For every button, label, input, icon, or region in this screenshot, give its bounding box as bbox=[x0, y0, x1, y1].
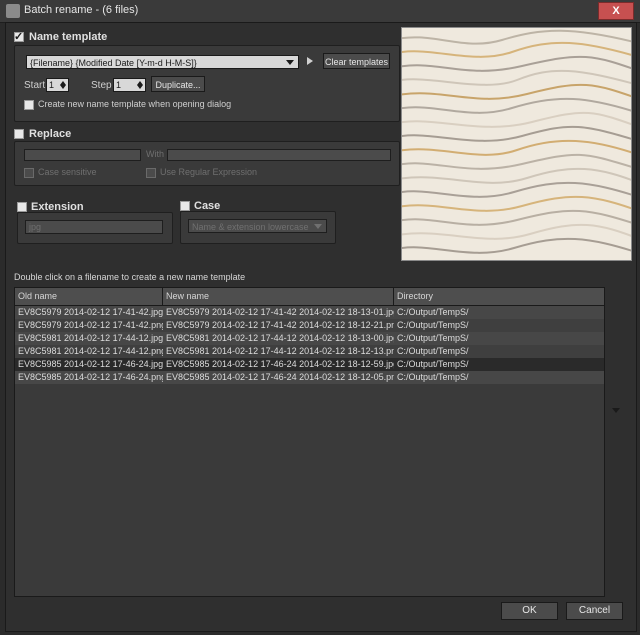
start-value: 1 bbox=[49, 80, 55, 90]
window-title: Batch rename - (6 files) bbox=[24, 4, 139, 16]
table-row[interactable]: EV8C5979 2014-02-12 17-41-42.png EV8C597… bbox=[15, 319, 604, 332]
new-name-cell: EV8C5985 2014-02-12 17-46-24 2014-02-12 … bbox=[166, 372, 394, 382]
start-label: Start bbox=[24, 80, 46, 91]
app-icon bbox=[6, 4, 20, 18]
step-value: 1 bbox=[116, 80, 122, 90]
stepper-down-icon bbox=[137, 85, 143, 89]
directory-cell: C:/Output/TempS/ bbox=[397, 346, 469, 356]
old-name-cell: EV8C5979 2014-02-12 17-41-42.png bbox=[18, 320, 163, 330]
step-stepper[interactable]: 1 bbox=[113, 78, 146, 92]
old-name-cell: EV8C5979 2014-02-12 17-41-42.jpg bbox=[18, 307, 163, 317]
new-name-cell: EV8C5979 2014-02-12 17-41-42 2014-02-12 … bbox=[166, 320, 394, 330]
directory-cell: C:/Output/TempS/ bbox=[397, 320, 469, 330]
preview-texture bbox=[402, 28, 631, 260]
new-name-cell: EV8C5981 2014-02-12 17-44-12 2014-02-12 … bbox=[166, 346, 394, 356]
ok-button[interactable]: OK bbox=[501, 602, 558, 620]
old-name-cell: EV8C5981 2014-02-12 17-44-12.png bbox=[18, 346, 163, 356]
directory-cell: C:/Output/TempS/ bbox=[397, 333, 469, 343]
new-name-cell: EV8C5981 2014-02-12 17-44-12 2014-02-12 … bbox=[166, 333, 394, 343]
old-name-cell: EV8C5985 2014-02-12 17-46-24.png bbox=[18, 372, 163, 382]
create-new-template-checkbox[interactable] bbox=[24, 100, 34, 110]
case-combo[interactable]: Name & extension lowercase bbox=[188, 219, 327, 233]
step-label: Step bbox=[91, 80, 112, 91]
extension-field[interactable]: jpg bbox=[25, 220, 163, 234]
table-row[interactable]: EV8C5985 2014-02-12 17-46-24.jpg EV8C598… bbox=[15, 358, 604, 371]
extension-checkbox[interactable] bbox=[17, 202, 27, 212]
hint-text: Double click on a filename to create a n… bbox=[14, 272, 246, 282]
column-header-directory[interactable]: Directory bbox=[394, 288, 604, 305]
table-row[interactable]: EV8C5981 2014-02-12 17-44-12.png EV8C598… bbox=[15, 345, 604, 358]
template-combo-value: {Filename} {Modified Date [Y-m-d H-M-S]} bbox=[30, 58, 197, 68]
preview-image bbox=[401, 27, 632, 261]
old-name-cell: EV8C5981 2014-02-12 17-44-12.jpg bbox=[18, 333, 163, 343]
new-name-cell: EV8C5985 2014-02-12 17-46-24 2014-02-12 … bbox=[166, 359, 394, 369]
directory-cell: C:/Output/TempS/ bbox=[397, 372, 469, 382]
directory-cell: C:/Output/TempS/ bbox=[397, 307, 469, 317]
replace-with-field[interactable] bbox=[167, 149, 391, 161]
regex-checkbox[interactable] bbox=[146, 168, 156, 178]
old-name-cell: EV8C5985 2014-02-12 17-46-24.jpg bbox=[18, 359, 163, 369]
replace-checkbox[interactable] bbox=[14, 129, 24, 139]
new-name-cell: EV8C5979 2014-02-12 17-41-42 2014-02-12 … bbox=[166, 307, 394, 317]
chevron-down-icon bbox=[286, 60, 294, 65]
replace-label: Replace bbox=[29, 128, 72, 140]
case-checkbox[interactable] bbox=[180, 201, 190, 211]
case-sensitive-label: Case sensitive bbox=[38, 167, 97, 177]
table-row[interactable]: EV8C5985 2014-02-12 17-46-24.png EV8C598… bbox=[15, 371, 604, 384]
column-header-new-name[interactable]: New name bbox=[163, 288, 394, 305]
table-header: Old name New name Directory bbox=[15, 288, 604, 306]
replace-group bbox=[14, 141, 400, 186]
replace-find-field[interactable] bbox=[24, 149, 141, 161]
duplicate-button[interactable]: Duplicate... bbox=[151, 76, 205, 92]
stepper-down-icon bbox=[60, 85, 66, 89]
column-header-old-name[interactable]: Old name bbox=[15, 288, 163, 305]
file-table[interactable]: Old name New name Directory EV8C5979 201… bbox=[14, 287, 605, 597]
title-bar: Batch rename - (6 files) X bbox=[0, 0, 640, 23]
name-template-label: Name template bbox=[29, 31, 108, 43]
case-sensitive-checkbox[interactable] bbox=[24, 168, 34, 178]
table-row[interactable]: EV8C5979 2014-02-12 17-41-42.jpg EV8C597… bbox=[15, 306, 604, 319]
close-button[interactable]: X bbox=[598, 2, 634, 20]
regex-label: Use Regular Expression bbox=[160, 167, 258, 177]
start-stepper[interactable]: 1 bbox=[46, 78, 69, 92]
table-row[interactable]: EV8C5981 2014-02-12 17-44-12.jpg EV8C598… bbox=[15, 332, 604, 345]
template-combo[interactable]: {Filename} {Modified Date [Y-m-d H-M-S]} bbox=[26, 55, 299, 69]
clear-templates-button[interactable]: Clear templates bbox=[323, 53, 390, 69]
create-new-template-label: Create new name template when opening di… bbox=[38, 99, 232, 109]
directory-cell: C:/Output/TempS/ bbox=[397, 359, 469, 369]
with-label: With bbox=[146, 149, 164, 159]
cancel-button[interactable]: Cancel bbox=[566, 602, 623, 620]
case-combo-value: Name & extension lowercase bbox=[192, 222, 309, 232]
insert-arrow-icon[interactable] bbox=[307, 57, 313, 65]
chevron-down-icon bbox=[314, 224, 322, 229]
name-template-checkbox[interactable] bbox=[14, 30, 24, 43]
scroll-down-icon[interactable] bbox=[612, 408, 620, 413]
